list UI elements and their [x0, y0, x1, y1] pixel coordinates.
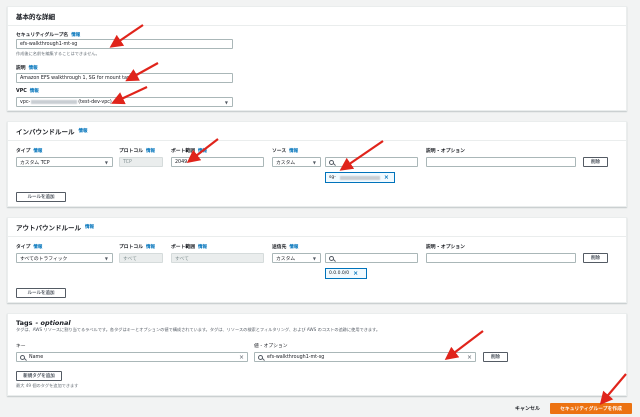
outbound-type-select[interactable]: すべてのトラフィック — [16, 253, 113, 263]
add-tag-button[interactable]: 新規タグを追加 — [16, 371, 62, 381]
description-input[interactable]: Amazon EFS walkthrough 1, SG for mount t… — [16, 73, 233, 83]
clear-icon[interactable]: × — [239, 354, 244, 361]
tag-key-input[interactable]: Name × — [16, 352, 248, 362]
redacted-vpc-id — [31, 100, 78, 104]
outbound-dest-mode-select[interactable]: カスタム — [272, 253, 321, 263]
search-icon — [329, 255, 334, 261]
vpc-info-link[interactable]: 情報 — [30, 88, 39, 94]
tag-key-label: キー — [16, 344, 26, 349]
outbound-port-info-link[interactable]: 情報 — [198, 244, 207, 250]
outbound-col-dest: 送信先 情報 — [272, 244, 299, 251]
tag-value-label: 値 - オプション — [254, 344, 288, 349]
inbound-rules-panel: インバウンドルール 情報 タイプ 情報 プロトコル 情報 ポート範囲 情報 ソー… — [7, 121, 627, 207]
outbound-col-type: タイプ 情報 — [16, 244, 43, 251]
redacted-sg-id — [339, 175, 380, 180]
inbound-col-type: タイプ 情報 — [16, 148, 43, 155]
tag-delete-button[interactable]: 削除 — [483, 352, 508, 362]
sg-name-label: セキュリティグループ名 情報 — [16, 32, 81, 39]
sg-name-info-link[interactable]: 情報 — [71, 32, 80, 38]
outbound-info-link[interactable]: 情報 — [85, 224, 94, 230]
inbound-rules-title: インバウンドルール — [16, 128, 75, 136]
vpc-label: VPC 情報 — [16, 88, 39, 95]
outbound-protocol-field: すべて — [119, 253, 163, 263]
inbound-source-mode-select[interactable]: カスタム — [272, 157, 321, 167]
inbound-add-rule-button[interactable]: ルールを追加 — [16, 192, 66, 202]
outbound-col-desc: 説明 - オプション — [426, 245, 465, 250]
basic-details-header: 基本的な詳細 — [8, 7, 626, 26]
basic-details-title: 基本的な詳細 — [16, 13, 55, 21]
tag-value-input[interactable]: efs-walkthrough1-mt-sg × — [254, 352, 476, 362]
outbound-dest-search-input[interactable] — [325, 253, 418, 263]
remove-token-icon[interactable]: × — [384, 174, 389, 181]
inbound-info-link[interactable]: 情報 — [79, 128, 88, 134]
outbound-type-info-link[interactable]: 情報 — [33, 244, 42, 250]
outbound-desc-input[interactable] — [426, 253, 576, 263]
outbound-rules-header: アウトバウンドルール 情報 — [8, 218, 626, 237]
inbound-col-port: ポート範囲 情報 — [171, 148, 207, 155]
description-label: 説明 情報 — [16, 65, 38, 72]
inbound-source-info-link[interactable]: 情報 — [289, 148, 298, 154]
create-security-group-button[interactable]: セキュリティグループを作成 — [550, 403, 632, 414]
inbound-rules-header: インバウンドルール 情報 — [8, 122, 626, 141]
tags-title: Tags - optional — [16, 319, 71, 327]
inbound-col-source: ソース 情報 — [272, 148, 299, 155]
outbound-delete-button[interactable]: 削除 — [583, 253, 608, 263]
inbound-desc-input[interactable] — [426, 157, 576, 167]
tags-panel: Tags - optional タグは、AWS リソースに割り当てるラベルです。… — [7, 313, 627, 396]
inbound-col-protocol: プロトコル 情報 — [119, 148, 155, 155]
inbound-protocol-field: TCP — [119, 157, 163, 167]
inbound-col-desc: 説明 - オプション — [426, 149, 465, 154]
tags-description: タグは、AWS リソースに割り当てるラベルです。各タグはキーとオプションの値で構… — [16, 327, 381, 332]
inbound-source-token: sg- × — [325, 172, 395, 183]
outbound-rules-title: アウトバウンドルール — [16, 224, 81, 232]
search-icon — [329, 159, 334, 165]
basic-details-panel: 基本的な詳細 セキュリティグループ名 情報 efs-walkthrough1-m… — [7, 6, 627, 111]
inbound-protocol-info-link[interactable]: 情報 — [146, 148, 155, 154]
outbound-dest-info-link[interactable]: 情報 — [289, 244, 298, 250]
remove-token-icon[interactable]: × — [353, 270, 358, 277]
clear-icon[interactable]: × — [467, 354, 472, 361]
inbound-delete-button[interactable]: 削除 — [583, 157, 608, 167]
tag-limit-hint: 最大 49 個のタグを追加できます — [16, 383, 79, 388]
outbound-port-field: すべて — [171, 253, 264, 263]
inbound-port-input[interactable]: 2049 — [171, 157, 264, 167]
vpc-select[interactable]: vpc- (test-dev-vpc) — [16, 97, 233, 107]
inbound-type-info-link[interactable]: 情報 — [33, 148, 42, 154]
search-icon — [258, 354, 263, 360]
outbound-protocol-info-link[interactable]: 情報 — [146, 244, 155, 250]
sg-name-input[interactable]: efs-walkthrough1-mt-sg — [16, 39, 233, 49]
inbound-port-info-link[interactable]: 情報 — [198, 148, 207, 154]
outbound-dest-token: 0.0.0.0/0 × — [325, 268, 367, 279]
search-icon — [20, 354, 25, 360]
inbound-type-select[interactable]: カスタム TCP — [16, 157, 113, 167]
sg-name-hint: 作成後に名前を編集することはできません。 — [16, 51, 100, 56]
outbound-col-port: ポート範囲 情報 — [171, 244, 207, 251]
description-info-link[interactable]: 情報 — [29, 65, 38, 71]
cancel-button[interactable]: キャンセル — [515, 405, 540, 412]
outbound-rules-panel: アウトバウンドルール 情報 タイプ 情報 プロトコル 情報 ポート範囲 情報 送… — [7, 217, 627, 303]
outbound-col-protocol: プロトコル 情報 — [119, 244, 155, 251]
outbound-add-rule-button[interactable]: ルールを追加 — [16, 288, 66, 298]
inbound-source-search-input[interactable] — [325, 157, 418, 167]
